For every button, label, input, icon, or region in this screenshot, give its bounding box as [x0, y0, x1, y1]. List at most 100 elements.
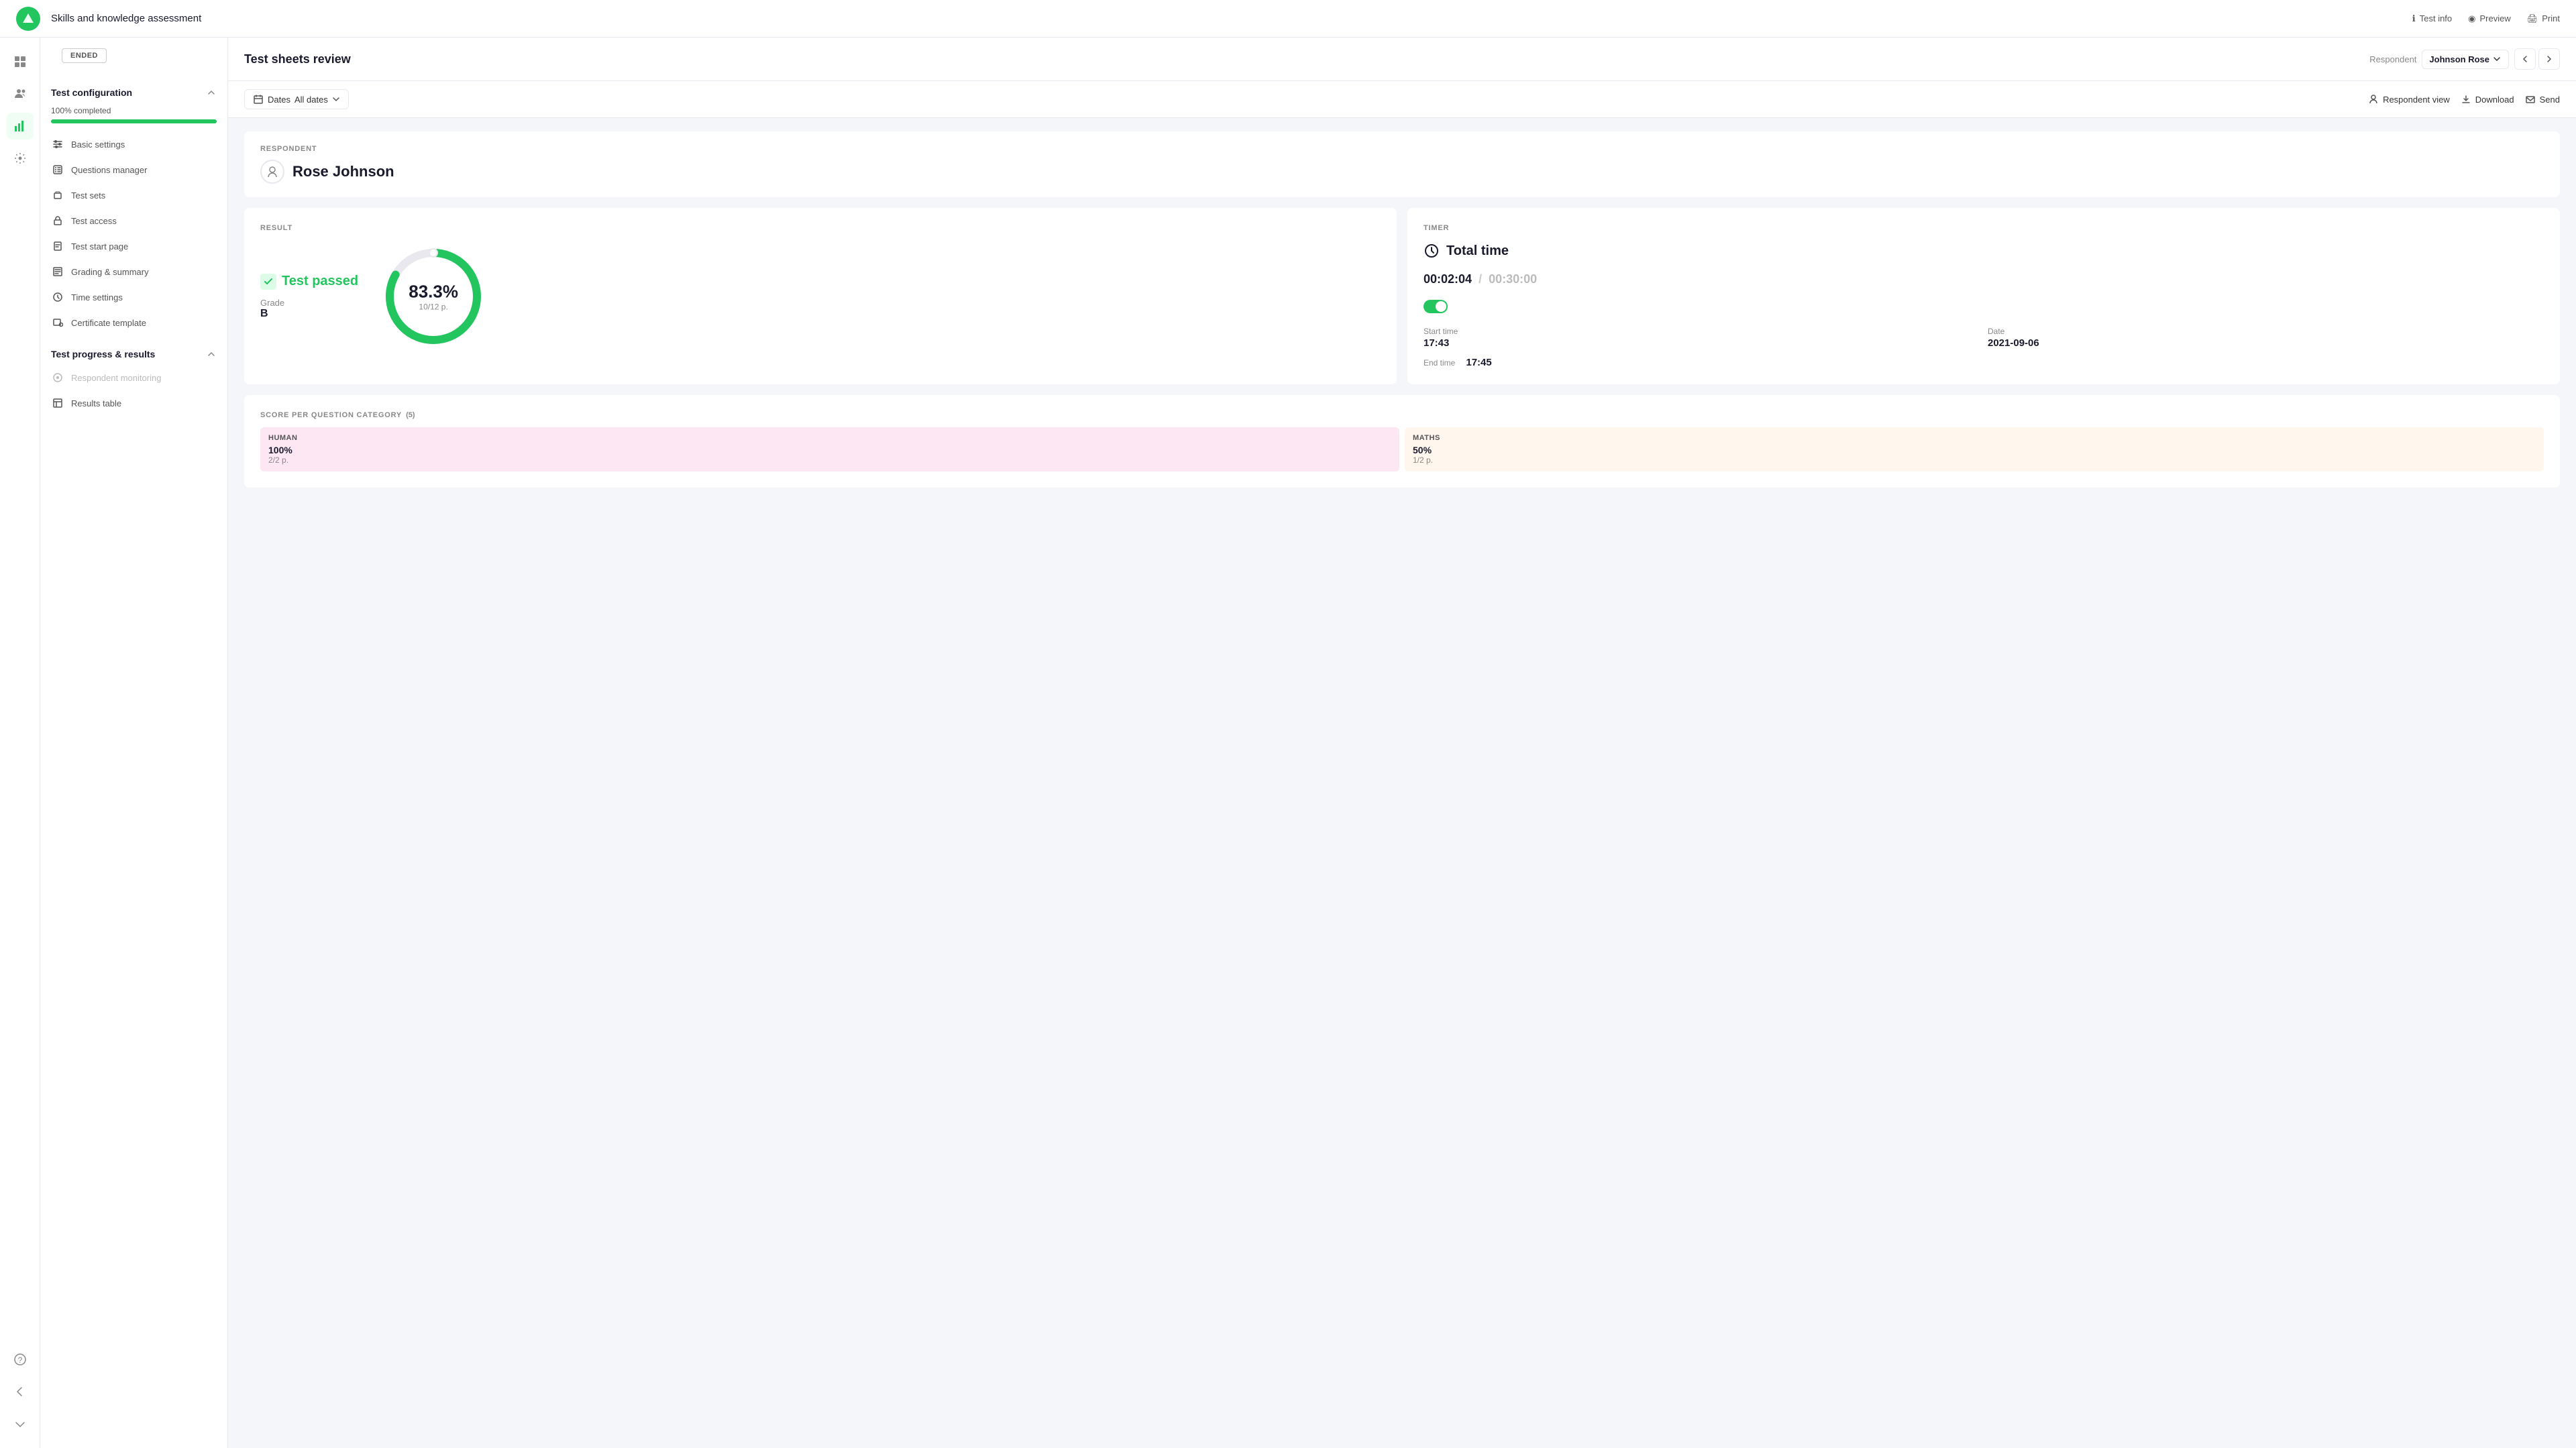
- test-passed-text: Test passed: [282, 274, 358, 289]
- main-layout: ? ENDED Test configuration 100% complete…: [0, 38, 2576, 1448]
- cat-maths-score: 1/2 p.: [1413, 455, 2536, 465]
- download-button[interactable]: Download: [2461, 94, 2514, 105]
- respondent-card: RESPONDENT Rose Johnson: [244, 131, 2560, 197]
- date-value: 2021-09-06: [1988, 337, 2544, 349]
- respondent-dropdown[interactable]: Johnson Rose: [2422, 50, 2509, 69]
- chevron-down-icon-2: [332, 95, 340, 103]
- end-time-label: End time: [1424, 358, 1455, 368]
- result-label: RESULT: [260, 224, 1381, 232]
- result-timer-row: RESULT Test passed Grade: [244, 208, 2560, 384]
- top-header: Skills and knowledge assessment ℹ Test i…: [0, 0, 2576, 38]
- progress-fill: [51, 119, 217, 123]
- info-icon: ℹ: [2412, 13, 2416, 24]
- cat-maths-name: MATHS: [1413, 434, 2536, 442]
- end-time-item: End time 17:45: [1424, 357, 1980, 368]
- chevron-up-icon: [206, 87, 217, 98]
- toggle-knob: [1436, 301, 1446, 312]
- result-card: RESULT Test passed Grade: [244, 208, 1397, 384]
- grade-label: Grade: [260, 298, 358, 308]
- nav-test-sets[interactable]: Test sets: [40, 182, 227, 208]
- cat-human-name: HUMAN: [268, 434, 1391, 442]
- sidebar-item-settings[interactable]: [7, 145, 34, 172]
- download-icon: [2461, 94, 2471, 105]
- user-icon: [2368, 94, 2379, 105]
- nav-certificate-template[interactable]: Certificate template: [40, 310, 227, 335]
- main-content: Test sheets review Respondent Johnson Ro…: [228, 38, 2576, 1448]
- sets-icon: [51, 188, 64, 202]
- sidebar-item-dashboard[interactable]: [7, 48, 34, 75]
- end-time-value: 17:45: [1466, 357, 1491, 368]
- print-icon: 🖨: [2527, 13, 2538, 24]
- prev-respondent-button[interactable]: [2514, 48, 2536, 70]
- respondent-selector: Respondent Johnson Rose: [2369, 48, 2560, 70]
- header-actions: ℹ Test info ◉ Preview 🖨 Print: [2412, 13, 2560, 24]
- nav-respondent-monitoring[interactable]: Respondent monitoring: [40, 365, 227, 390]
- timer-toggle[interactable]: [1424, 300, 1448, 313]
- cert-icon: [51, 316, 64, 329]
- total-time-label: Total time: [1446, 243, 1509, 259]
- content-header: Test sheets review Respondent Johnson Ro…: [228, 38, 2576, 81]
- time-total: 00:30:00: [1489, 272, 1537, 286]
- dates-value: All dates: [294, 95, 328, 105]
- toolbar-left: Dates All dates: [244, 89, 349, 109]
- result-inner: Test passed Grade B: [260, 243, 1381, 350]
- date-selector[interactable]: Dates All dates: [244, 89, 349, 109]
- cat-human-score: 2/2 p.: [268, 455, 1391, 465]
- app-title: Skills and knowledge assessment: [51, 13, 2402, 24]
- cat-human-percent: 100%: [268, 445, 1391, 455]
- toolbar: Dates All dates Respondent view Download…: [228, 81, 2576, 118]
- time-separator: /: [1479, 272, 1482, 286]
- result-left: Test passed Grade B: [260, 274, 358, 320]
- start-time-item: Start time 17:43: [1424, 327, 1980, 349]
- timer-icon: [1424, 243, 1440, 259]
- respondent-view-button[interactable]: Respondent view: [2368, 94, 2450, 105]
- chevron-down-icon: [2492, 54, 2502, 64]
- respondent-avatar: [260, 160, 284, 184]
- print-button[interactable]: 🖨 Print: [2527, 13, 2560, 24]
- toolbar-right: Respondent view Download Send: [2368, 94, 2560, 105]
- nav-results-table[interactable]: Results table: [40, 390, 227, 416]
- nav-test-access[interactable]: Test access: [40, 208, 227, 233]
- test-progress-header[interactable]: Test progress & results: [40, 343, 227, 365]
- test-configuration-header[interactable]: Test configuration: [40, 82, 227, 103]
- sidebar-item-users[interactable]: [7, 80, 34, 107]
- cat-maths-percent: 50%: [1413, 445, 2536, 455]
- collapse-button[interactable]: [7, 1410, 34, 1437]
- chevron-up-icon-2: [206, 349, 217, 359]
- time-display: 00:02:04 / 00:30:00: [1424, 272, 2544, 286]
- content-body: RESPONDENT Rose Johnson RESULT: [228, 118, 2576, 501]
- page-title: Test sheets review: [244, 52, 351, 66]
- score-count: (5): [406, 411, 415, 419]
- icon-bar: ?: [0, 38, 40, 1448]
- nav-test-start-page[interactable]: Test start page: [40, 233, 227, 259]
- total-time-row: Total time: [1424, 243, 2544, 259]
- date-label: Date: [1988, 327, 2544, 336]
- back-button[interactable]: [7, 1378, 34, 1405]
- help-button[interactable]: ?: [7, 1346, 34, 1373]
- preview-icon: ◉: [2468, 13, 2475, 24]
- respondent-name: Johnson Rose: [2429, 54, 2489, 64]
- test-passed-row: Test passed: [260, 274, 358, 290]
- next-respondent-button[interactable]: [2538, 48, 2560, 70]
- status-badge: ENDED: [62, 48, 107, 63]
- date-item: Date 2021-09-06: [1988, 327, 2544, 349]
- respondent-label: Respondent: [2369, 54, 2416, 64]
- nav-grading-summary[interactable]: Grading & summary: [40, 259, 227, 284]
- dates-label: Dates: [268, 95, 290, 105]
- time-actual: 00:02:04: [1424, 272, 1472, 286]
- donut-chart: 83.3% 10/12 p.: [380, 243, 487, 350]
- preview-button[interactable]: ◉ Preview: [2468, 13, 2511, 24]
- time-details: Start time 17:43 Date 2021-09-06 End tim…: [1424, 327, 2544, 368]
- nav-time-settings[interactable]: Time settings: [40, 284, 227, 310]
- category-human: HUMAN 100% 2/2 p.: [260, 427, 1399, 471]
- nav-basic-settings[interactable]: Basic settings: [40, 131, 227, 157]
- test-info-button[interactable]: ℹ Test info: [2412, 13, 2452, 24]
- respondent-section-label: RESPONDENT: [260, 145, 2544, 153]
- grade-icon: [51, 265, 64, 278]
- send-icon: [2525, 94, 2536, 105]
- nav-questions-manager[interactable]: Questions manager: [40, 157, 227, 182]
- send-button[interactable]: Send: [2525, 94, 2560, 105]
- start-time-label: Start time: [1424, 327, 1980, 336]
- test-progress-title: Test progress & results: [51, 349, 155, 359]
- sidebar-item-results[interactable]: [7, 113, 34, 140]
